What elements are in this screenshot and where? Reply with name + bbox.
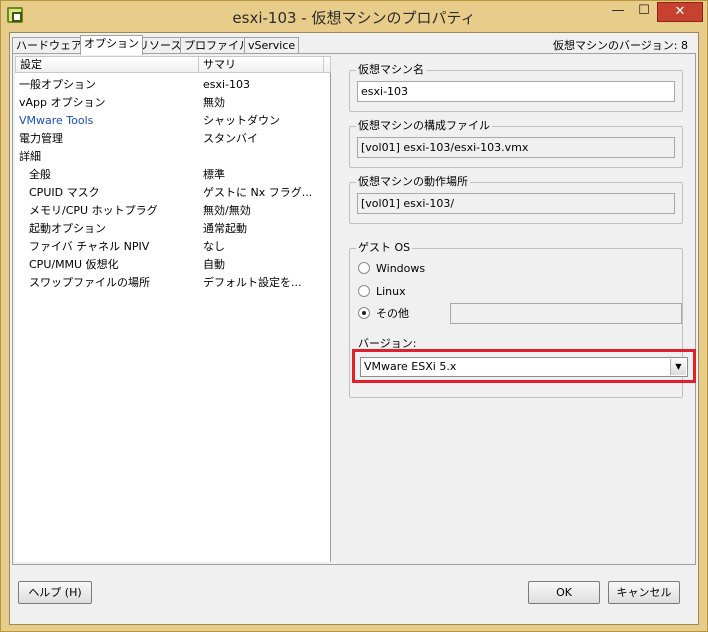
guest-os-group: ゲスト OS Windows Linux その他 バージョン: VMware E… — [349, 241, 696, 398]
highlight-box: VMware ESXi 5.x ▼ — [352, 349, 696, 383]
config-file-legend: 仮想マシンの構成ファイル — [356, 119, 492, 133]
vm-name-group: 仮想マシン名 esxi-103 — [349, 63, 683, 112]
setting-name: vApp オプション — [19, 96, 106, 109]
setting-summary: 自動 — [203, 258, 225, 271]
setting-name: ファイバ チャネル NPIV — [29, 240, 150, 253]
other-os-input — [450, 303, 682, 324]
radio-label: Linux — [376, 285, 406, 298]
setting-summary: 通常起動 — [203, 222, 247, 235]
radio-label: Windows — [376, 262, 426, 275]
title-bar[interactable]: esxi-103 - 仮想マシンのプロパティ — ☐ ✕ — [1, 1, 707, 31]
ok-button[interactable]: OK — [528, 581, 600, 604]
working-location-legend: 仮想マシンの動作場所 — [356, 175, 470, 189]
setting-name: 詳細 — [19, 150, 41, 163]
setting-summary: 無効 — [203, 96, 225, 109]
column-header-summary[interactable]: サマリ — [198, 56, 324, 73]
config-file-group: 仮想マシンの構成ファイル [vol01] esxi-103/esxi-103.v… — [349, 119, 683, 168]
radio-label: その他 — [376, 307, 409, 320]
settings-list[interactable]: 設定 サマリ 一般オプション esxi-103 vApp オプション 無効 VMwa… — [15, 56, 331, 562]
setting-summary: 標準 — [203, 168, 225, 181]
working-location-group: 仮想マシンの動作場所 [vol01] esxi-103/ — [349, 175, 683, 224]
setting-name: 一般オプション — [19, 78, 96, 91]
details-pane: 仮想マシン名 esxi-103 仮想マシンの構成ファイル [vol01] esx… — [335, 54, 696, 562]
close-button[interactable]: ✕ — [657, 2, 703, 22]
radio-linux[interactable]: Linux — [358, 284, 406, 300]
working-location-field: [vol01] esxi-103/ — [357, 193, 675, 214]
setting-name: 全般 — [29, 168, 51, 181]
radio-other[interactable]: その他 — [358, 306, 409, 322]
version-dropdown[interactable]: VMware ESXi 5.x ▼ — [360, 357, 688, 377]
chevron-down-icon[interactable]: ▼ — [670, 359, 686, 375]
setting-name: メモリ/CPU ホットプラグ — [29, 204, 158, 217]
config-file-field: [vol01] esxi-103/esxi-103.vmx — [357, 137, 675, 158]
maximize-button[interactable]: ☐ — [631, 2, 657, 22]
dialog-client-area: ハードウェア オプション リソース プロファイル vService 仮想マシンの… — [9, 32, 699, 625]
setting-summary: なし — [203, 240, 225, 253]
guest-os-legend: ゲスト OS — [356, 241, 413, 255]
window-title: esxi-103 - 仮想マシンのプロパティ — [232, 9, 476, 27]
column-header-setting[interactable]: 設定 — [15, 56, 199, 73]
vm-properties-window: esxi-103 - 仮想マシンのプロパティ — ☐ ✕ ハードウェア オプショ… — [0, 0, 708, 632]
vm-name-input[interactable]: esxi-103 — [357, 81, 675, 102]
tab-vservice[interactable]: vService — [244, 37, 300, 54]
vm-version-label: 仮想マシンのバージョン: 8 — [553, 39, 688, 52]
radio-circle-selected[interactable] — [358, 307, 370, 319]
minimize-button[interactable]: — — [605, 2, 631, 22]
version-dropdown-value: VMware ESXi 5.x — [364, 360, 457, 373]
tab-options[interactable]: オプション — [80, 35, 143, 55]
setting-name: 起動オプション — [29, 222, 106, 235]
column-header-filler — [323, 56, 331, 73]
radio-windows[interactable]: Windows — [358, 261, 425, 277]
radio-circle[interactable] — [358, 285, 370, 297]
setting-summary: esxi-103 — [203, 78, 251, 91]
setting-name: CPU/MMU 仮想化 — [29, 258, 119, 271]
setting-name: VMware Tools — [19, 114, 94, 127]
radio-circle[interactable] — [358, 262, 370, 274]
help-button[interactable]: ヘルプ (H) — [18, 581, 92, 604]
vm-name-legend: 仮想マシン名 — [356, 63, 426, 77]
setting-summary: デフォルト設定を... — [203, 276, 302, 289]
cancel-button[interactable]: キャンセル — [608, 581, 680, 604]
setting-summary: シャットダウン — [203, 114, 280, 127]
setting-name: スワップファイルの場所 — [29, 276, 150, 289]
setting-name: CPUID マスク — [29, 186, 100, 199]
setting-summary: スタンバイ — [203, 132, 258, 145]
tab-hardware[interactable]: ハードウェア — [12, 37, 86, 54]
options-panel: 設定 サマリ 一般オプション esxi-103 vApp オプション 無効 VMwa… — [12, 53, 696, 565]
setting-name: 電力管理 — [19, 132, 63, 145]
setting-summary: 無効/無効 — [203, 204, 251, 217]
setting-summary: ゲストに Nx フラグ... — [203, 186, 313, 199]
list-header: 設定 サマリ — [15, 56, 331, 73]
tab-profiles[interactable]: プロファイル — [180, 37, 254, 54]
